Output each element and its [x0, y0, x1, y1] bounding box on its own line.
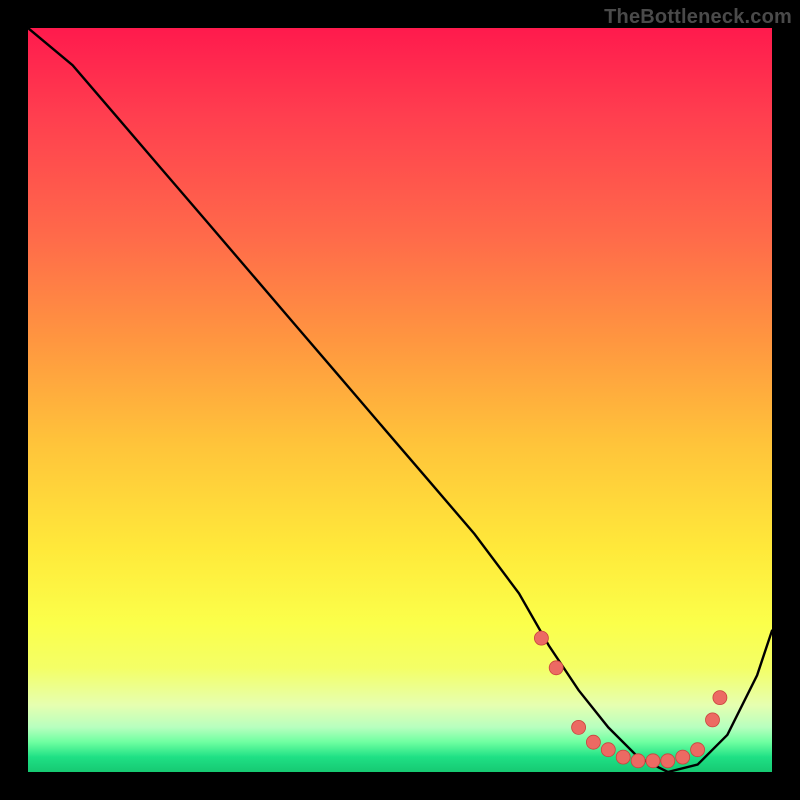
highlight-dot	[691, 743, 705, 757]
highlight-dot	[572, 720, 586, 734]
watermark-text: TheBottleneck.com	[604, 6, 792, 29]
highlight-dot	[586, 735, 600, 749]
highlight-dot	[534, 631, 548, 645]
curve-layer	[28, 28, 772, 772]
chart-frame: TheBottleneck.com	[0, 0, 800, 800]
highlight-dot	[713, 691, 727, 705]
highlight-dot	[631, 754, 645, 768]
highlight-dot	[601, 743, 615, 757]
highlight-dot	[549, 661, 563, 675]
highlight-dot	[646, 754, 660, 768]
highlight-dot	[676, 750, 690, 764]
plot-area	[28, 28, 772, 772]
highlight-dot	[616, 750, 630, 764]
highlight-dot	[706, 713, 720, 727]
highlight-dots-group	[534, 631, 727, 768]
bottleneck-curve	[28, 28, 772, 772]
highlight-dot	[661, 754, 675, 768]
